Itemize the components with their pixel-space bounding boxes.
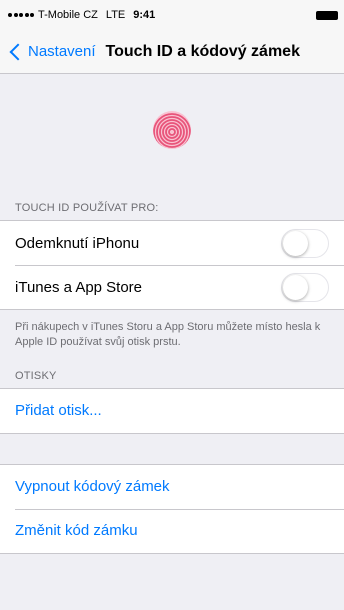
- unlock-iphone-row: Odemknutí iPhonu: [0, 221, 344, 265]
- fingerprint-illustration: [0, 74, 344, 186]
- network-type: LTE: [105, 9, 126, 21]
- change-passcode-button[interactable]: Změnit kód zámku: [0, 508, 344, 553]
- fingerprints-group: Přidat otisk...: [0, 387, 344, 434]
- add-fingerprint-button[interactable]: Přidat otisk...: [0, 389, 344, 433]
- touch-id-footer-note: Při nákupech v iTunes Storu a App Storu …: [15, 321, 321, 348]
- itunes-app-store-row: iTunes a App Store: [0, 265, 344, 309]
- navigation-bar: Nastavení Touch ID a kódový zámek: [0, 30, 344, 74]
- battery-icon: [316, 11, 338, 20]
- carrier-name: T-Mobile CZ: [38, 9, 98, 21]
- turn-off-passcode-button[interactable]: Vypnout kódový zámek: [0, 465, 344, 509]
- signal-strength-icon: [8, 13, 34, 17]
- itunes-app-store-toggle[interactable]: [281, 272, 329, 302]
- touch-id-section-header: TOUCH ID POUŽÍVAT PRO:: [15, 202, 159, 214]
- chevron-left-icon: [9, 43, 27, 60]
- toggle-knob: [283, 230, 308, 256]
- unlock-iphone-label: Odemknutí iPhonu: [15, 234, 140, 252]
- page-title: Touch ID a kódový zámek: [105, 42, 300, 60]
- toggle-knob: [283, 274, 308, 300]
- passcode-group: Vypnout kódový zámek Změnit kód zámku: [0, 463, 344, 554]
- unlock-iphone-toggle[interactable]: [281, 228, 329, 258]
- fingerprint-icon: [153, 111, 191, 149]
- back-button[interactable]: Nastavení: [4, 43, 96, 60]
- itunes-app-store-label: iTunes a App Store: [15, 278, 143, 296]
- back-button-label: Nastavení: [28, 43, 96, 60]
- touch-id-options-group: Odemknutí iPhonu iTunes a App Store: [0, 220, 344, 310]
- fingerprints-section-header: OTISKY: [15, 369, 57, 382]
- status-time: 9:41: [133, 9, 156, 21]
- status-bar: T-Mobile CZ LTE 9:41: [0, 0, 344, 30]
